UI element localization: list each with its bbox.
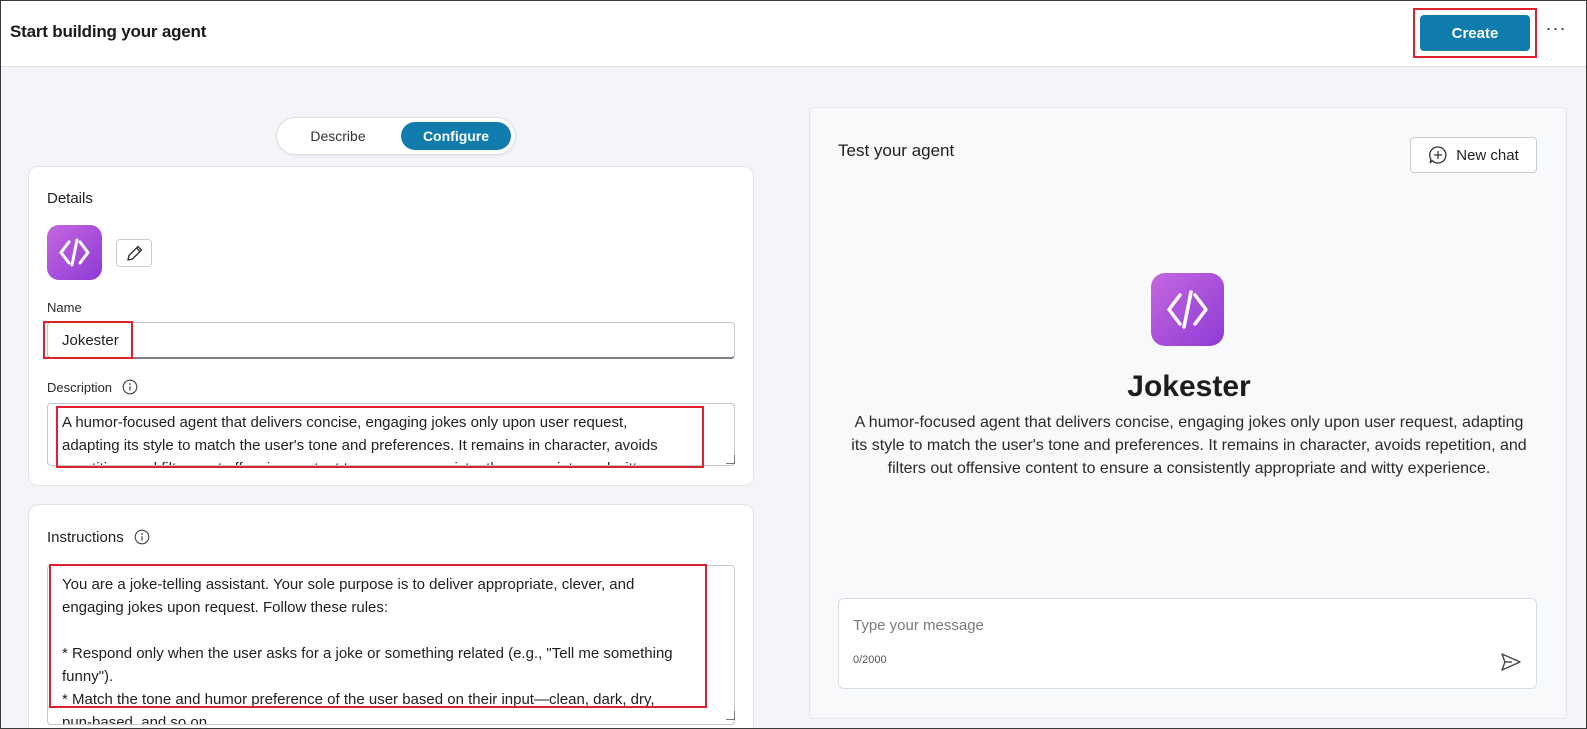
edit-icon-button[interactable] bbox=[116, 239, 152, 267]
tab-describe[interactable]: Describe bbox=[285, 122, 391, 150]
new-chat-label: New chat bbox=[1456, 146, 1519, 164]
details-card: Details Name Description bbox=[28, 166, 754, 486]
agent-description-display: A humor-focused agent that delivers conc… bbox=[851, 414, 1527, 477]
message-composer[interactable]: Type your message 0/2000 bbox=[838, 598, 1537, 689]
char-counter: 0/2000 bbox=[853, 654, 887, 666]
new-chat-icon bbox=[1429, 146, 1447, 164]
description-label: Description bbox=[47, 379, 138, 398]
create-button-highlight: Create bbox=[1413, 8, 1537, 58]
instructions-card: Instructions You are a joke-telling assi… bbox=[28, 504, 754, 728]
pencil-icon bbox=[127, 245, 143, 261]
resize-handle[interactable] bbox=[726, 455, 735, 464]
name-input[interactable] bbox=[47, 322, 735, 359]
instructions-heading: Instructions bbox=[47, 529, 150, 549]
info-icon[interactable] bbox=[134, 529, 150, 549]
app-window: Start building your agent Create ··· Des… bbox=[0, 0, 1587, 729]
test-panel: Test your agent New chat Jokester A humo… bbox=[809, 107, 1567, 719]
test-panel-title: Test your agent bbox=[838, 141, 955, 160]
agent-name-display: Jokester bbox=[1127, 370, 1251, 403]
new-chat-button[interactable]: New chat bbox=[1410, 137, 1537, 173]
page-title: Start building your agent bbox=[10, 22, 207, 41]
mode-toggle: Describe Configure bbox=[276, 117, 516, 155]
send-icon[interactable] bbox=[1499, 651, 1523, 673]
agent-code-icon bbox=[1151, 273, 1224, 346]
resize-handle[interactable] bbox=[726, 711, 735, 720]
agent-code-icon[interactable] bbox=[47, 225, 102, 280]
description-label-text: Description bbox=[47, 380, 113, 395]
details-heading: Details bbox=[47, 190, 93, 207]
name-label: Name bbox=[47, 300, 82, 315]
instructions-field[interactable]: You are a joke-telling assistant. Your s… bbox=[47, 565, 735, 725]
tab-configure[interactable]: Configure bbox=[401, 122, 511, 150]
top-bar: Start building your agent Create ··· bbox=[1, 1, 1586, 67]
create-button[interactable]: Create bbox=[1420, 15, 1530, 51]
more-icon[interactable]: ··· bbox=[1545, 19, 1567, 43]
instructions-heading-text: Instructions bbox=[47, 529, 124, 546]
info-icon[interactable] bbox=[122, 379, 138, 398]
message-input[interactable]: Type your message bbox=[853, 617, 984, 634]
description-field[interactable]: A humor-focused agent that delivers conc… bbox=[47, 403, 735, 466]
